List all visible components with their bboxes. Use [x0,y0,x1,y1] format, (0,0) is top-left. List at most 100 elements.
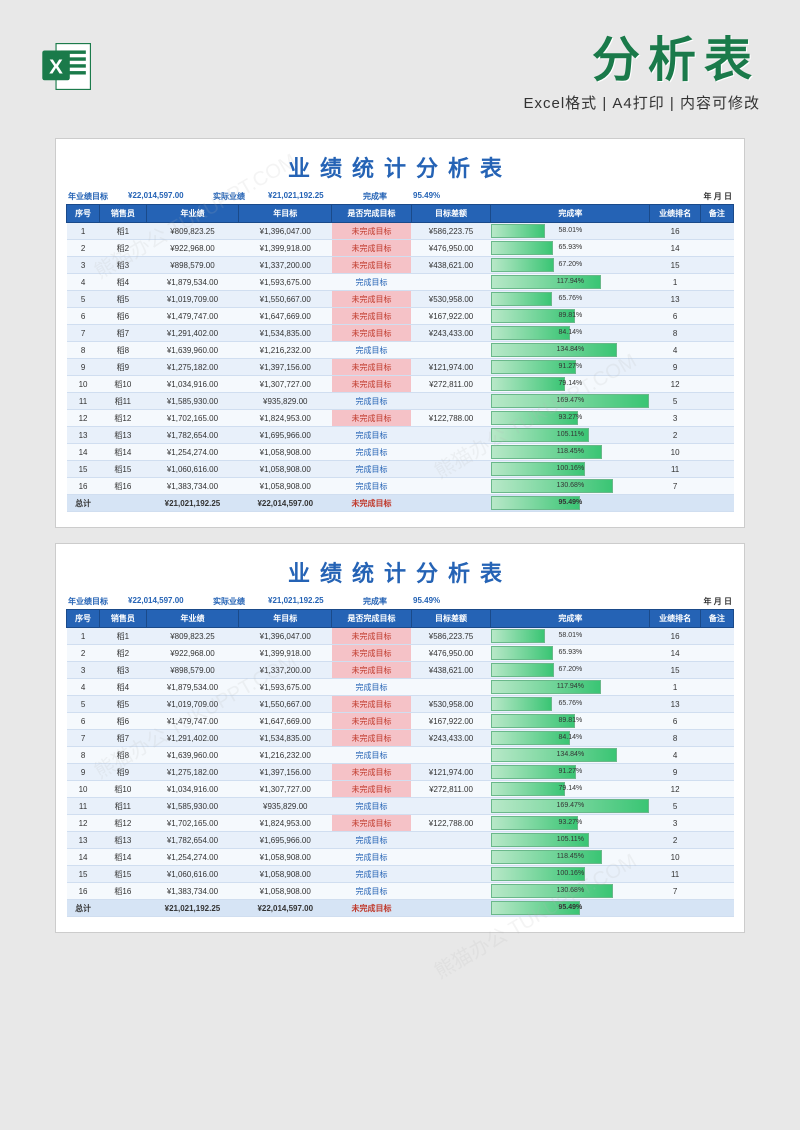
cell-idx: 16 [67,883,100,900]
cell-target: ¥1,396,047.00 [239,628,332,645]
cell-idx: 15 [67,461,100,478]
cell-note [700,359,733,376]
status-cell: 完成目标 [332,883,412,900]
cell-target: ¥935,829.00 [239,393,332,410]
cell-actual: ¥1,702,165.00 [146,410,239,427]
cell-idx: 14 [67,444,100,461]
status-cell: 未完成目标 [332,696,412,713]
cell-rank: 1 [650,274,700,291]
cell-actual: ¥1,291,402.00 [146,325,239,342]
cell-target: ¥1,058,908.00 [239,849,332,866]
status-cell: 完成目标 [332,832,412,849]
cell-pct: 95.49% [491,495,650,512]
cell-idx: 3 [67,662,100,679]
table-row: 3 稻3 ¥898,579.00 ¥1,337,200.00 未完成目标 ¥43… [67,257,734,274]
cell-pct: 93.27% [491,815,650,832]
date-label: 年 月 日 [702,596,734,607]
cell-diff: ¥121,974.00 [411,359,491,376]
cell-actual: ¥1,275,182.00 [146,359,239,376]
cell-idx: 总计 [67,900,100,917]
data-table: 序号 销售员 年业绩 年目标 是否完成目标 目标差额 完成率 业绩排名 备注 1… [66,609,734,917]
cell-diff: ¥530,958.00 [411,291,491,308]
cell-diff [411,883,491,900]
cell-target: ¥1,824,953.00 [239,410,332,427]
cell-name: 稻2 [100,240,146,257]
cell-rank: 2 [650,427,700,444]
cell-idx: 2 [67,240,100,257]
cell-actual: ¥1,254,274.00 [146,444,239,461]
cell-name: 稻1 [100,223,146,240]
cell-idx: 8 [67,342,100,359]
cell-idx: 15 [67,866,100,883]
table-row: 9 稻9 ¥1,275,182.00 ¥1,397,156.00 未完成目标 ¥… [67,764,734,781]
cell-note [700,679,733,696]
cell-idx: 16 [67,478,100,495]
cell-target: ¥1,396,047.00 [239,223,332,240]
cell-name: 稻9 [100,764,146,781]
date-label: 年 月 日 [702,191,734,202]
cell-idx: 3 [67,257,100,274]
cell-actual: ¥1,639,960.00 [146,747,239,764]
cell-pct: 89.81% [491,713,650,730]
cell-note [700,849,733,866]
cell-name: 稻8 [100,342,146,359]
excel-icon: X [40,39,95,94]
cell-target: ¥22,014,597.00 [239,495,332,512]
cell-pct: 105.11% [491,832,650,849]
cell-note [700,478,733,495]
cell-idx: 9 [67,764,100,781]
cell-idx: 5 [67,291,100,308]
cell-idx: 6 [67,713,100,730]
cell-diff [411,342,491,359]
summary-row: 年业绩目标 ¥22,014,597.00 实际业绩 ¥21,021,192.25… [66,189,734,204]
cell-idx: 7 [67,325,100,342]
cell-target: ¥1,337,200.00 [239,257,332,274]
cell-diff: ¥586,223.75 [411,223,491,240]
status-cell: 完成目标 [332,427,412,444]
cell-name: 稻16 [100,478,146,495]
cell-pct: 58.01% [491,223,650,240]
cell-rank: 7 [650,478,700,495]
cell-target: ¥1,593,675.00 [239,679,332,696]
cell-diff: ¥272,811.00 [411,781,491,798]
cell-rank: 6 [650,308,700,325]
cell-target: ¥1,534,835.00 [239,325,332,342]
status-cell: 完成目标 [332,849,412,866]
cell-name: 稻15 [100,461,146,478]
table-row: 6 稻6 ¥1,479,747.00 ¥1,647,669.00 未完成目标 ¥… [67,713,734,730]
cell-rank: 2 [650,832,700,849]
cell-pct: 117.94% [491,274,650,291]
cell-pct: 65.93% [491,240,650,257]
cell-target: ¥1,534,835.00 [239,730,332,747]
cell-pct: 117.94% [491,679,650,696]
status-cell: 未完成目标 [332,900,412,917]
table-row: 6 稻6 ¥1,479,747.00 ¥1,647,669.00 未完成目标 ¥… [67,308,734,325]
cell-diff: ¥243,433.00 [411,730,491,747]
status-cell: 未完成目标 [332,662,412,679]
cell-diff [411,274,491,291]
cell-target: ¥1,058,908.00 [239,478,332,495]
cell-actual: ¥1,019,709.00 [146,291,239,308]
cell-note [700,713,733,730]
cell-pct: 105.11% [491,427,650,444]
status-cell: 完成目标 [332,478,412,495]
table-row: 12 稻12 ¥1,702,165.00 ¥1,824,953.00 未完成目标… [67,410,734,427]
cell-pct: 100.16% [491,866,650,883]
cell-actual: ¥922,968.00 [146,240,239,257]
page-header: X 分析表 Excel格式 | A4打印 | 内容可修改 [0,0,800,123]
sheet-title: 业绩统计分析表 [66,151,734,183]
cell-name: 稻6 [100,713,146,730]
cell-note [700,781,733,798]
cell-pct: 169.47% [491,798,650,815]
table-row: 5 稻5 ¥1,019,709.00 ¥1,550,667.00 未完成目标 ¥… [67,696,734,713]
cell-actual: ¥1,383,734.00 [146,883,239,900]
cell-name: 稻10 [100,376,146,393]
cell-actual: ¥1,275,182.00 [146,764,239,781]
cell-note [700,662,733,679]
cell-idx: 1 [67,223,100,240]
cell-note [700,308,733,325]
summary-row: 年业绩目标 ¥22,014,597.00 实际业绩 ¥21,021,192.25… [66,594,734,609]
cell-name: 稻1 [100,628,146,645]
cell-rank: 10 [650,444,700,461]
cell-note [700,257,733,274]
